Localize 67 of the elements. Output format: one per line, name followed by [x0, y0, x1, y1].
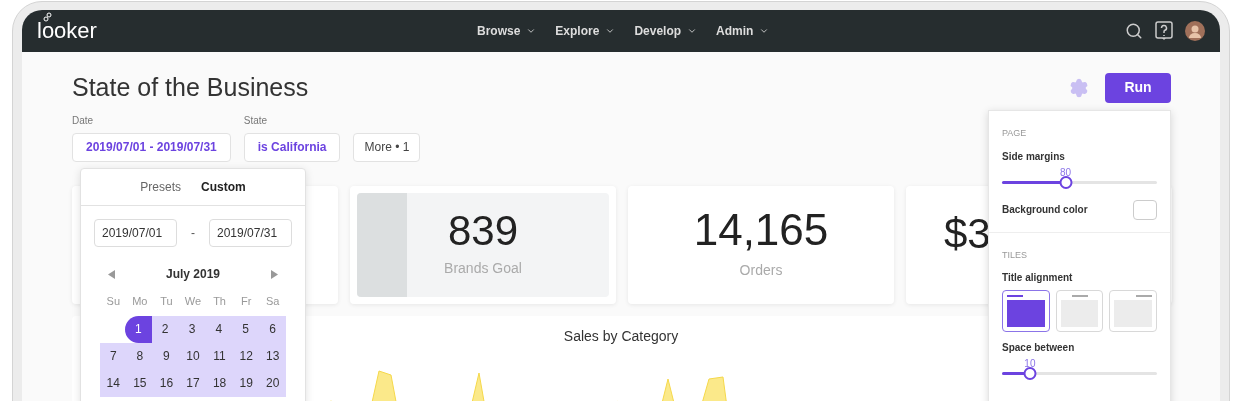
day-cell[interactable]: 14	[99, 369, 127, 397]
day-cell[interactable]: 18	[206, 369, 233, 397]
filter-button[interactable]: is California	[243, 132, 341, 162]
selected-day[interactable]: 1	[124, 315, 152, 343]
day-cell[interactable]: 5	[232, 315, 260, 343]
slider-thumb[interactable]	[1059, 175, 1073, 189]
picker-tab[interactable]: Custom	[201, 178, 246, 196]
section-heading: TILES	[1002, 248, 1028, 262]
run-button[interactable]: Run	[1105, 72, 1171, 103]
previous-month-icon[interactable]	[108, 269, 116, 279]
end-date-field[interactable]: 2019/07/31	[209, 219, 292, 247]
day-cell[interactable]: 7	[99, 342, 127, 370]
day-cell[interactable]: 11	[206, 342, 233, 370]
alignment-option[interactable]	[1002, 290, 1050, 332]
section-heading: PAGE	[1002, 127, 1028, 140]
chevron-icon	[526, 26, 537, 36]
logo-circles-icon	[43, 12, 53, 22]
day-cell[interactable]: 16	[153, 369, 180, 397]
slider-thumb[interactable]	[1023, 367, 1037, 380]
start-date-field[interactable]: 2019/07/01	[94, 219, 177, 247]
filter-button[interactable]: 2019/07/01 - 2019/07/31	[72, 132, 231, 162]
nav-menu[interactable]: Explore	[555, 22, 616, 40]
page-title: State of the Business	[72, 72, 309, 103]
day-cell[interactable]: 4	[205, 315, 233, 343]
range-separator: -	[191, 225, 195, 242]
picker-tab[interactable]: Presets	[140, 178, 181, 196]
setting-label: Side margins	[1002, 149, 1066, 164]
setting-label: Title alignment	[1002, 271, 1074, 285]
more-filters-button[interactable]: More • 1	[353, 132, 421, 162]
weekday-label: We	[183, 294, 203, 309]
tile-label: Orders	[739, 261, 783, 280]
weekday-label: Tu	[159, 294, 174, 309]
weekday-label: Mo	[131, 294, 149, 309]
tile-value: 839	[447, 210, 519, 252]
chevron-icon	[605, 26, 616, 36]
chevron-icon	[687, 26, 698, 36]
day-cell[interactable]: 2	[151, 315, 179, 343]
tile-value: 14,165	[693, 208, 829, 252]
avatar[interactable]	[1185, 21, 1205, 41]
next-month-icon[interactable]	[270, 269, 278, 279]
tile-value: $3	[944, 212, 991, 255]
month-title: July 2019	[165, 266, 220, 283]
weekday-label: Su	[105, 294, 121, 309]
filter-label: Date	[72, 113, 95, 128]
setting-label: Space between	[1002, 341, 1076, 355]
nav-menu[interactable]: Browse	[477, 22, 537, 40]
setting-label: Background color	[1002, 203, 1088, 217]
filter-label: State	[243, 113, 269, 128]
day-cell[interactable]: 3	[178, 315, 206, 343]
weekday-label: Th	[212, 294, 227, 309]
chevron-icon	[759, 26, 770, 36]
slider-value: 10	[1024, 359, 1036, 369]
chart-title: Sales by Category	[563, 326, 679, 346]
weekday-label: Fr	[239, 294, 253, 309]
nav-menu[interactable]: Admin	[716, 22, 770, 40]
help-icon[interactable]	[1155, 21, 1173, 41]
nav-menu[interactable]: Develop	[634, 22, 698, 40]
search-icon[interactable]	[1125, 22, 1143, 40]
day-cell[interactable]: 6	[259, 315, 286, 343]
weekday-label: Sa	[264, 294, 281, 309]
day-cell[interactable]: 20	[259, 369, 286, 397]
logo: looker	[37, 20, 97, 42]
day-cell[interactable]: 13	[259, 342, 286, 370]
tile-label: Brands Goal	[444, 259, 522, 278]
color-swatch[interactable]	[1133, 199, 1157, 220]
slider-value: 80	[1060, 167, 1072, 178]
day-cell[interactable]: 9	[153, 342, 180, 370]
